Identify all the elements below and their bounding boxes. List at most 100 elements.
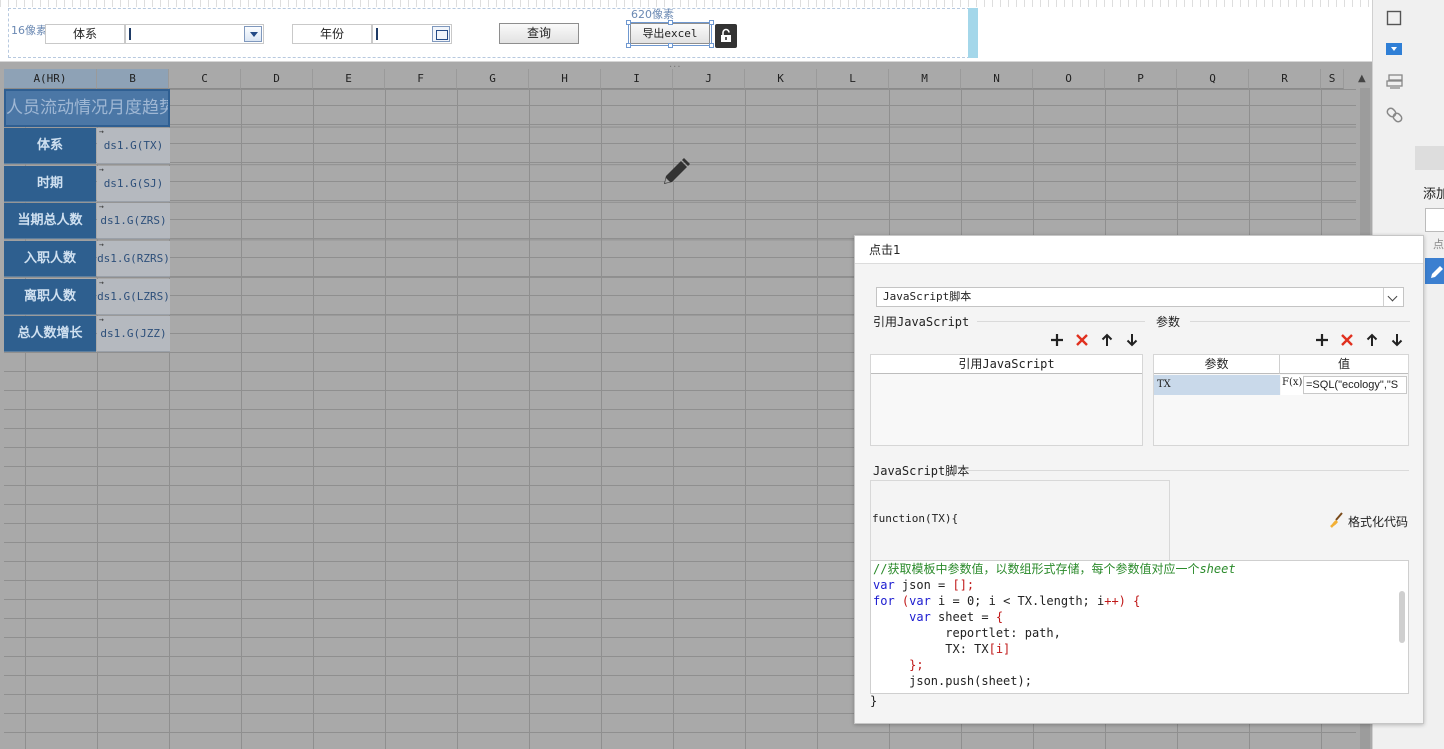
column-header[interactable]: N: [961, 69, 1033, 89]
row-label-onboard[interactable]: 入职人数: [4, 241, 96, 277]
event-type-value: JavaScript脚本: [883, 290, 972, 303]
cell-formula: ds1.G(JZZ): [100, 327, 167, 340]
value-column-header: 值: [1280, 355, 1408, 374]
param-name-cell[interactable]: TX: [1154, 375, 1280, 395]
param-value-input[interactable]: =SQL("ecology","S: [1303, 376, 1407, 394]
row-value-cell[interactable]: → ds1.G(JZZ): [97, 316, 170, 352]
year-label-widget[interactable]: 年份: [292, 24, 372, 44]
combobox-widget-icon[interactable]: [1386, 42, 1404, 60]
dropdown-arrow-icon[interactable]: [244, 26, 262, 42]
column-header[interactable]: C: [169, 69, 241, 89]
add-event-label[interactable]: 添加: [1423, 183, 1444, 202]
edit-event-icon[interactable]: [1425, 258, 1444, 284]
dialog-title: 点击1: [855, 236, 1423, 264]
row-label-total[interactable]: 当期总人数: [4, 203, 96, 239]
resize-handle[interactable]: [668, 20, 673, 25]
ref-js-toolbar: [1049, 332, 1140, 348]
column-header[interactable]: E: [313, 69, 385, 89]
move-up-icon[interactable]: [1099, 332, 1115, 348]
format-code-label: 格式化代码: [1348, 515, 1409, 529]
copy-icon[interactable]: [1425, 208, 1444, 232]
resize-handle[interactable]: [626, 43, 631, 48]
column-header[interactable]: H: [529, 69, 601, 89]
pencil-icon: [660, 156, 692, 191]
column-header[interactable]: B: [97, 69, 169, 89]
add-icon[interactable]: [1314, 332, 1330, 348]
column-header[interactable]: G: [457, 69, 529, 89]
code-editor[interactable]: //获取模板中参数值，以数组形式存储，每个参数值对应一个sheet var js…: [870, 560, 1409, 694]
section-divider: [1190, 321, 1410, 322]
cell-formula: ds1.G(ZRS): [100, 214, 167, 227]
layers-icon[interactable]: [1386, 74, 1404, 92]
row-value-cell[interactable]: → ds1.G(RZRS): [97, 241, 170, 277]
move-down-icon[interactable]: [1124, 332, 1140, 348]
cell-formula: ds1.G(RZRS): [97, 252, 170, 265]
row-label-growth[interactable]: 总人数增长: [4, 316, 96, 352]
row-label-leave[interactable]: 离职人数: [4, 279, 96, 315]
code-scrollbar[interactable]: [1399, 591, 1405, 643]
column-header[interactable]: O: [1033, 69, 1105, 89]
column-header[interactable]: M: [889, 69, 961, 89]
delete-icon[interactable]: [1339, 332, 1355, 348]
column-header[interactable]: F: [385, 69, 457, 89]
scroll-up-icon[interactable]: ▲: [1358, 73, 1366, 84]
column-header[interactable]: D: [241, 69, 313, 89]
add-icon[interactable]: [1049, 332, 1065, 348]
column-header[interactable]: L: [817, 69, 889, 89]
row-value-cell[interactable]: → ds1.G(SJ): [97, 166, 170, 202]
system-label-widget[interactable]: 体系: [45, 24, 125, 44]
row-label-system[interactable]: 体系: [4, 128, 96, 164]
event-editor-dialog: 点击1 JavaScript脚本 引用JavaScript 参数 引用JavaS…: [854, 235, 1424, 724]
resize-handle[interactable]: [709, 20, 714, 25]
chevron-down-icon[interactable]: [1383, 288, 1403, 306]
lock-icon[interactable]: [715, 24, 737, 48]
expand-arrow-icon: →: [99, 278, 104, 287]
parameter-pane: 16像素 620像素 体系 年份 查询 导出excel ...: [0, 0, 1372, 70]
column-header[interactable]: S: [1321, 69, 1344, 89]
resize-handle[interactable]: [709, 43, 714, 48]
report-designer: 16像素 620像素 体系 年份 查询 导出excel ... A(HR) B …: [0, 0, 1444, 749]
column-header[interactable]: P: [1105, 69, 1177, 89]
resize-handle[interactable]: [668, 43, 673, 48]
calendar-icon[interactable]: [432, 26, 450, 42]
formula-fx-icon[interactable]: F(x): [1281, 375, 1303, 395]
column-header[interactable]: I: [601, 69, 673, 89]
event-list-item[interactable]: 点: [1425, 234, 1444, 256]
parameter-pane-scrollbar[interactable]: [968, 8, 978, 58]
row-value-cell[interactable]: → ds1.G(LZRS): [97, 279, 170, 315]
column-header[interactable]: R: [1249, 69, 1321, 89]
expand-arrow-icon: →: [99, 315, 104, 324]
param-column-header: 参数: [1154, 355, 1280, 374]
panel-tab[interactable]: [1415, 146, 1444, 170]
column-header[interactable]: K: [745, 69, 817, 89]
column-header[interactable]: A(HR): [4, 69, 97, 89]
cell-formula: ds1.G(SJ): [103, 177, 164, 190]
column-header[interactable]: Q: [1177, 69, 1249, 89]
params-section-title: 参数: [1156, 315, 1181, 329]
left-guide-label: 16像素: [11, 24, 47, 37]
move-up-icon[interactable]: [1364, 332, 1380, 348]
resize-handle[interactable]: [626, 20, 631, 25]
params-table[interactable]: 参数 值 TX F(x) =SQL("ecology","S: [1153, 354, 1409, 446]
code-line: reportlet: path,: [873, 626, 1061, 640]
link-icon[interactable]: [1386, 106, 1404, 124]
ref-js-column-header: 引用JavaScript: [871, 355, 1142, 374]
row-value-cell[interactable]: → ds1.G(TX): [97, 128, 170, 164]
format-code-button[interactable]: 格式化代码: [1328, 512, 1408, 531]
delete-icon[interactable]: [1074, 332, 1090, 348]
year-date-picker[interactable]: [372, 24, 452, 44]
move-down-icon[interactable]: [1389, 332, 1405, 348]
row-label-period[interactable]: 时期: [4, 166, 96, 202]
params-toolbar: [1314, 332, 1405, 348]
row-value-cell[interactable]: → ds1.G(ZRS): [97, 203, 170, 239]
broom-icon: [1328, 512, 1344, 531]
cell-formula: ds1.G(LZRS): [97, 290, 170, 303]
ref-js-section-title: 引用JavaScript: [873, 315, 970, 329]
ref-js-table[interactable]: 引用JavaScript: [870, 354, 1143, 446]
square-icon[interactable]: [1386, 10, 1404, 28]
column-header[interactable]: J: [673, 69, 745, 89]
event-type-select[interactable]: JavaScript脚本: [876, 287, 1404, 307]
report-title-cell[interactable]: 人员流动情况月度趋势: [4, 89, 170, 127]
query-button[interactable]: 查询: [499, 23, 579, 44]
system-combobox[interactable]: [125, 24, 264, 44]
